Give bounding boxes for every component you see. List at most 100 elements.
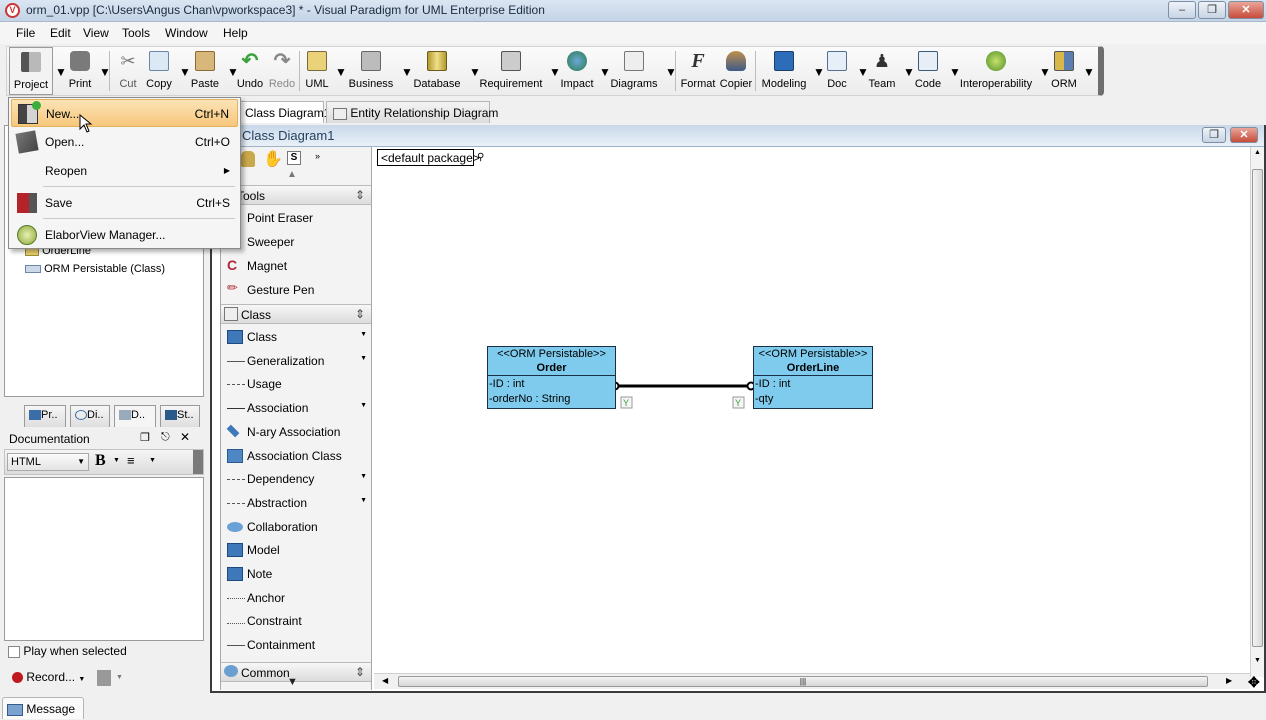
bold-dropdown-icon[interactable]: ▼ [113,457,120,464]
format-button[interactable]: F Format [679,47,717,95]
business-button[interactable]: Business [345,47,397,95]
pin-icon[interactable]: ⇕ [355,665,365,679]
sweeper-s-icon[interactable]: S [287,151,301,165]
interoperability-button[interactable]: Interoperability [957,47,1035,95]
pin-icon[interactable]: ⇕ [355,307,365,321]
menu-help[interactable]: Help [223,26,248,40]
class-attribute[interactable]: -qty [754,392,872,408]
project-button[interactable]: Project [9,47,53,95]
doc-button[interactable]: Doc [821,47,853,95]
restore-button[interactable]: ❐ [1198,1,1226,19]
paste-button[interactable]: Paste [187,47,223,95]
float-icon[interactable]: ❐ [140,431,150,444]
scroll-down-arrow-icon[interactable]: ▼ [1254,657,1261,664]
package-breadcrumb[interactable]: <default package> [377,149,480,166]
copier-button[interactable]: Copier [719,47,753,95]
diagram-close-button[interactable]: ✕ [1230,127,1258,143]
search-icon[interactable]: ⚲ [477,152,484,163]
bold-button[interactable]: B [95,452,106,470]
more-icon[interactable]: » [315,151,320,161]
menu-item-new[interactable]: New... Ctrl+N [11,99,238,127]
palette-containment[interactable]: Containment [221,633,371,657]
chevron-down-icon[interactable]: ▼ [360,355,367,362]
horizontal-scrollbar[interactable]: ◀ ||| ▶ [374,673,1250,689]
palette-usage[interactable]: Usage [221,372,371,396]
palette-n-ary-association[interactable]: N-ary Association [221,420,371,444]
vertical-scroll-thumb[interactable] [1252,169,1263,647]
tab-documentation[interactable]: D.. [114,405,156,427]
palette-model[interactable]: Model [221,538,371,562]
palette-gesture-pen[interactable]: ✏ Gesture Pen [221,278,371,302]
close-button[interactable]: ✕ [1228,1,1264,19]
chevron-down-icon[interactable]: ▼ [360,497,367,504]
pin-icon[interactable]: ⇕ [355,188,365,202]
class-attribute[interactable]: -ID : int [488,377,615,392]
palette-class[interactable]: Class ▼ [221,325,371,349]
vertical-scrollbar[interactable]: ▲ ▼ [1250,147,1264,677]
chevron-down-icon[interactable]: ▼ [360,402,367,409]
orm-button[interactable]: ORM [1047,47,1081,95]
impact-button[interactable]: Impact [557,47,597,95]
menu-edit[interactable]: Edit [50,26,71,40]
tab-entity-relationship-diagram[interactable]: Entity Relationship Diagram [326,101,498,123]
horizontal-scroll-thumb[interactable]: ||| [398,676,1208,687]
uml-button[interactable]: UML [303,47,331,95]
diagrams-button[interactable]: Diagrams [607,47,661,95]
palette-magnet[interactable]: С Magnet [221,254,371,278]
menu-file[interactable]: File [16,26,35,40]
palette-association[interactable]: Association ▼ [221,396,371,420]
diagram-restore-button[interactable]: ❐ [1202,127,1226,143]
tree-item-orm-persistable[interactable]: ORM Persistable (Class) [25,263,165,275]
diagram-canvas[interactable]: Y Y <<ORM Persistable>> Order -ID : int … [374,147,1250,677]
tab-class-diagram1[interactable]: Class Diagram1 [238,101,330,123]
record-button[interactable]: Record... ▼ [12,670,85,684]
menu-item-reopen[interactable]: Reopen ▶ [11,157,238,185]
clip-dropdown-icon[interactable]: ▼ [116,674,123,681]
menu-window[interactable]: Window [165,26,208,40]
print-button[interactable]: Print [63,47,97,95]
menu-view[interactable]: View [83,26,109,40]
lock-icon[interactable] [241,151,255,167]
class-attribute[interactable]: -orderNo : String [488,392,615,408]
scroll-up-arrow-icon[interactable]: ▲ [1254,149,1261,156]
documentation-editor[interactable] [4,477,204,641]
palette-constraint[interactable]: Constraint [221,609,371,633]
minimize-button[interactable]: – [1168,1,1196,19]
class-orderline[interactable]: <<ORM Persistable>> OrderLine -ID : int … [753,346,873,409]
format-select[interactable]: HTML ▼ [7,453,89,471]
team-button[interactable]: ♟ Team [865,47,899,95]
palette-association-class[interactable]: Association Class [221,444,371,468]
menu-item-elaborview-manager[interactable]: ElaborView Manager... [11,221,238,249]
message-tab[interactable]: Message [2,697,84,719]
tab-project-browser[interactable]: Pr.. [24,405,66,427]
menu-tools[interactable]: Tools [122,26,150,40]
palette-sweeper[interactable]: Sweeper [221,230,371,254]
play-when-selected-checkbox[interactable] [8,645,20,658]
requirement-button[interactable]: Requirement [477,47,545,95]
tab-diagram-navigator[interactable]: Di.. [70,405,110,427]
align-icon[interactable]: ≡ [127,453,135,468]
pan-navigator-icon[interactable]: ✥ [1248,674,1260,691]
scroll-down-icon[interactable]: ▼ [287,676,298,688]
pin-icon[interactable]: ⎋ [161,431,170,444]
palette-note[interactable]: Note [221,562,371,586]
palette-anchor[interactable]: Anchor [221,586,371,610]
chevron-down-icon[interactable]: ▼ [360,331,367,338]
clip-icon[interactable] [97,670,111,686]
scroll-left-arrow-icon[interactable]: ◀ [382,676,388,685]
scroll-right-arrow-icon[interactable]: ▶ [1226,676,1232,685]
palette-point-eraser[interactable]: Point Eraser [221,206,371,230]
palette-group-tools[interactable]: Tools ⇕ [221,185,371,205]
undo-button[interactable]: ↶ Undo [235,47,265,95]
database-button[interactable]: Database [411,47,463,95]
menu-item-open[interactable]: Open... Ctrl+O [11,128,238,156]
palette-dependency[interactable]: Dependency ▼ [221,467,371,491]
class-order[interactable]: <<ORM Persistable>> Order -ID : int -ord… [487,346,616,409]
code-button[interactable]: Code [911,47,945,95]
redo-button[interactable]: ↷ Redo [267,47,297,95]
palette-generalization[interactable]: Generalization ▼ [221,349,371,373]
copy-button[interactable]: Copy [143,47,175,95]
class-attribute[interactable]: -ID : int [754,377,872,392]
align-dropdown-icon[interactable]: ▼ [149,457,156,464]
palette-abstraction[interactable]: Abstraction ▼ [221,491,371,515]
